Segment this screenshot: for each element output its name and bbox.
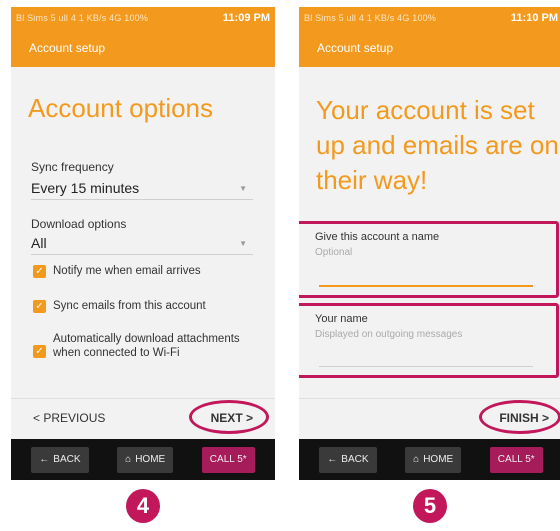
your-name-input[interactable]: Displayed on outgoing messages xyxy=(305,329,549,340)
divider xyxy=(31,199,253,200)
checkbox-sync[interactable]: ✓ Sync emails from this account xyxy=(33,299,206,313)
checkbox-label: Automatically download attachments when … xyxy=(53,333,240,359)
download-dropdown-arrow-icon[interactable]: ▼ xyxy=(239,239,247,248)
download-options-label: Download options xyxy=(31,217,127,231)
options-content: Account options Sync frequency Every 15 … xyxy=(11,67,275,398)
status-icons: Bl Sims 5 ull 4 1 KB/s 4G 100% xyxy=(16,13,149,23)
checkbox-checked-icon[interactable]: ✓ xyxy=(33,345,46,358)
system-navigation-bar: ← BACK ⌂ HOME CALL 5* xyxy=(11,439,275,480)
confirmation-content: Your account is set up and emails are on… xyxy=(299,67,560,398)
download-options-select[interactable]: All xyxy=(31,235,47,251)
checkbox-checked-icon[interactable]: ✓ xyxy=(33,300,46,313)
checkbox-label: Notify me when email arrives xyxy=(53,265,201,277)
call-label: CALL 5* xyxy=(497,454,535,465)
bottom-navigation: < PREVIOUS NEXT > xyxy=(11,398,275,439)
app-bar: Account setup xyxy=(299,29,560,67)
status-icons: Bl Sims 5 ull 4 1 KB/s 4G 100% xyxy=(304,13,437,23)
phone-screen-account-options: Bl Sims 5 ull 4 1 KB/s 4G 100% 11:09 PM … xyxy=(11,7,275,480)
bottom-navigation: FINISH > xyxy=(299,398,560,439)
home-icon: ⌂ xyxy=(413,454,420,465)
call-button[interactable]: CALL 5* xyxy=(489,446,543,473)
home-label: HOME xyxy=(135,454,166,465)
sync-dropdown-arrow-icon[interactable]: ▼ xyxy=(239,184,247,193)
account-name-input[interactable]: Optional xyxy=(305,247,549,258)
call-button[interactable]: CALL 5* xyxy=(201,446,255,473)
page-title: Your account is set up and emails are on… xyxy=(316,95,559,195)
your-name-field[interactable]: Your name Displayed on outgoing messages xyxy=(305,305,549,375)
back-button[interactable]: ← BACK xyxy=(31,446,89,473)
app-bar-title: Account setup xyxy=(29,41,106,55)
status-time: 11:09 PM xyxy=(222,12,270,24)
status-time: 11:10 PM xyxy=(510,12,558,24)
call-label: CALL 5* xyxy=(209,454,247,465)
step-number-badge: 4 xyxy=(126,489,160,523)
previous-button[interactable]: < PREVIOUS xyxy=(33,411,105,425)
sync-frequency-select[interactable]: Every 15 minutes xyxy=(31,180,139,196)
app-bar-title: Account setup xyxy=(317,41,394,55)
home-icon: ⌂ xyxy=(125,454,132,465)
finish-button[interactable]: FINISH > xyxy=(499,411,549,425)
checkbox-notify[interactable]: ✓ Notify me when email arrives xyxy=(33,264,201,278)
sync-frequency-label: Sync frequency xyxy=(31,160,114,174)
status-bar: Bl Sims 5 ull 4 1 KB/s 4G 100% 11:10 PM xyxy=(299,7,560,29)
app-bar: Account setup xyxy=(11,29,275,67)
account-name-label: Give this account a name xyxy=(315,231,440,243)
checkbox-label: Sync emails from this account xyxy=(53,300,206,312)
back-button[interactable]: ← BACK xyxy=(319,446,377,473)
divider xyxy=(31,254,253,255)
phone-screen-account-ready: Bl Sims 5 ull 4 1 KB/s 4G 100% 11:10 PM … xyxy=(299,7,560,480)
page-title: Account options xyxy=(28,93,214,123)
arrow-left-icon: ← xyxy=(39,454,50,465)
next-button[interactable]: NEXT > xyxy=(211,411,253,425)
checkbox-checked-icon[interactable]: ✓ xyxy=(33,265,46,278)
home-button[interactable]: ⌂ HOME xyxy=(405,446,462,473)
back-label: BACK xyxy=(341,454,369,465)
system-navigation-bar: ← BACK ⌂ HOME CALL 5* xyxy=(299,439,560,480)
status-bar: Bl Sims 5 ull 4 1 KB/s 4G 100% 11:09 PM xyxy=(11,7,275,29)
home-button[interactable]: ⌂ HOME xyxy=(117,446,174,473)
account-name-field[interactable]: Give this account a name Optional xyxy=(305,223,549,295)
back-label: BACK xyxy=(53,454,81,465)
checkbox-auto-download[interactable]: ✓ Automatically download attachments whe… xyxy=(33,332,243,360)
home-label: HOME xyxy=(423,454,454,465)
input-underline xyxy=(319,366,533,367)
your-name-label: Your name xyxy=(315,313,368,325)
step-number-badge: 5 xyxy=(413,489,447,523)
arrow-left-icon: ← xyxy=(327,454,338,465)
input-underline xyxy=(319,285,533,287)
